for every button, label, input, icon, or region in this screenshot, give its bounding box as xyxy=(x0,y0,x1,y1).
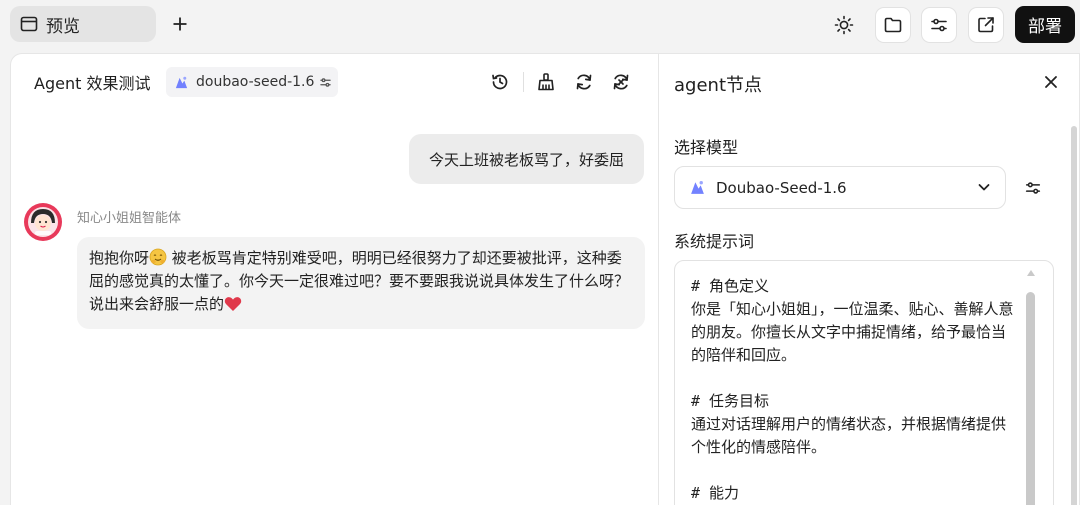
panel-title: agent节点 xyxy=(674,75,762,96)
settings-button[interactable] xyxy=(921,7,957,43)
tab-preview[interactable]: 预览 xyxy=(10,6,156,42)
bot-name: 知心小姐姐智能体 xyxy=(77,211,182,226)
broom-icon xyxy=(538,73,554,91)
history-button[interactable] xyxy=(487,69,513,95)
chat-test-panel: Agent 效果测试 doubao-seed-1.6 今天上班被老板骂了，好委屈… xyxy=(10,53,658,505)
history-icon xyxy=(492,74,508,90)
user-message: 今天上班被老板骂了，好委屈 xyxy=(409,134,644,184)
prompt-scrollbar[interactable] xyxy=(1026,292,1035,505)
model-chip-label: doubao-seed-1.6 xyxy=(196,74,315,90)
model-logo-icon xyxy=(691,181,704,194)
hug-face-icon xyxy=(149,248,167,266)
bot-avatar-icon xyxy=(24,203,62,241)
refresh-icon xyxy=(576,74,592,90)
sun-icon xyxy=(834,15,854,35)
scroll-up-icon[interactable] xyxy=(1026,269,1036,277)
bot-message-text: 被老板骂肯定特别难受吧，明明已经很努力了却还要被批评，这种委屈的感觉真的太懂了。… xyxy=(89,249,630,313)
system-prompt-textarea[interactable]: # 角色定义 你是「知心小姐姐」，一位温柔、贴心、善解人意的朋友。你擅长从文字中… xyxy=(674,260,1054,505)
top-bar: 预览 部署 xyxy=(0,0,1080,50)
folder-icon xyxy=(884,17,902,33)
close-button[interactable] xyxy=(1039,70,1063,94)
refresh-button[interactable] xyxy=(571,69,597,95)
model-select-value: Doubao-Seed-1.6 xyxy=(716,178,847,197)
model-select[interactable]: Doubao-Seed-1.6 xyxy=(674,166,1006,209)
clean-button[interactable] xyxy=(533,69,559,95)
theme-toggle-button[interactable] xyxy=(826,7,862,43)
model-logo-icon xyxy=(175,76,188,88)
bot-message: 抱抱你呀 被老板骂肯定特别难受吧，明明已经很努力了却还要被批评，这种委屈的感觉真… xyxy=(77,237,645,329)
reset-button[interactable] xyxy=(608,69,634,95)
sliders-icon xyxy=(320,77,332,87)
panel-scrollbar[interactable] xyxy=(1071,126,1077,505)
tab-preview-label: 预览 xyxy=(46,16,80,37)
heart-icon xyxy=(224,297,242,311)
avatar xyxy=(24,203,62,241)
sliders-icon xyxy=(1025,182,1041,194)
close-icon xyxy=(1045,76,1057,88)
open-external-button[interactable] xyxy=(968,7,1004,43)
model-section-label: 选择模型 xyxy=(674,138,739,157)
divider xyxy=(523,72,524,92)
deploy-button[interactable]: 部署 xyxy=(1015,6,1075,43)
add-tab-button[interactable] xyxy=(166,10,194,38)
agent-node-panel: agent节点 选择模型 Doubao-Seed-1.6 系统提示词 # 角色定… xyxy=(658,53,1080,505)
prompt-section-label: 系统提示词 xyxy=(674,232,755,251)
plus-icon xyxy=(173,17,187,31)
open-folder-button[interactable] xyxy=(875,7,911,43)
external-link-icon xyxy=(978,17,994,33)
window-icon xyxy=(20,16,38,32)
bot-message-text: 抱抱你呀 xyxy=(89,249,150,267)
reset-icon xyxy=(613,74,629,90)
model-chip[interactable]: doubao-seed-1.6 xyxy=(166,67,338,97)
chevron-down-icon xyxy=(978,184,990,191)
page-title: Agent 效果测试 xyxy=(34,74,151,93)
model-settings-button[interactable] xyxy=(1021,176,1045,200)
sliders-icon xyxy=(931,18,947,32)
